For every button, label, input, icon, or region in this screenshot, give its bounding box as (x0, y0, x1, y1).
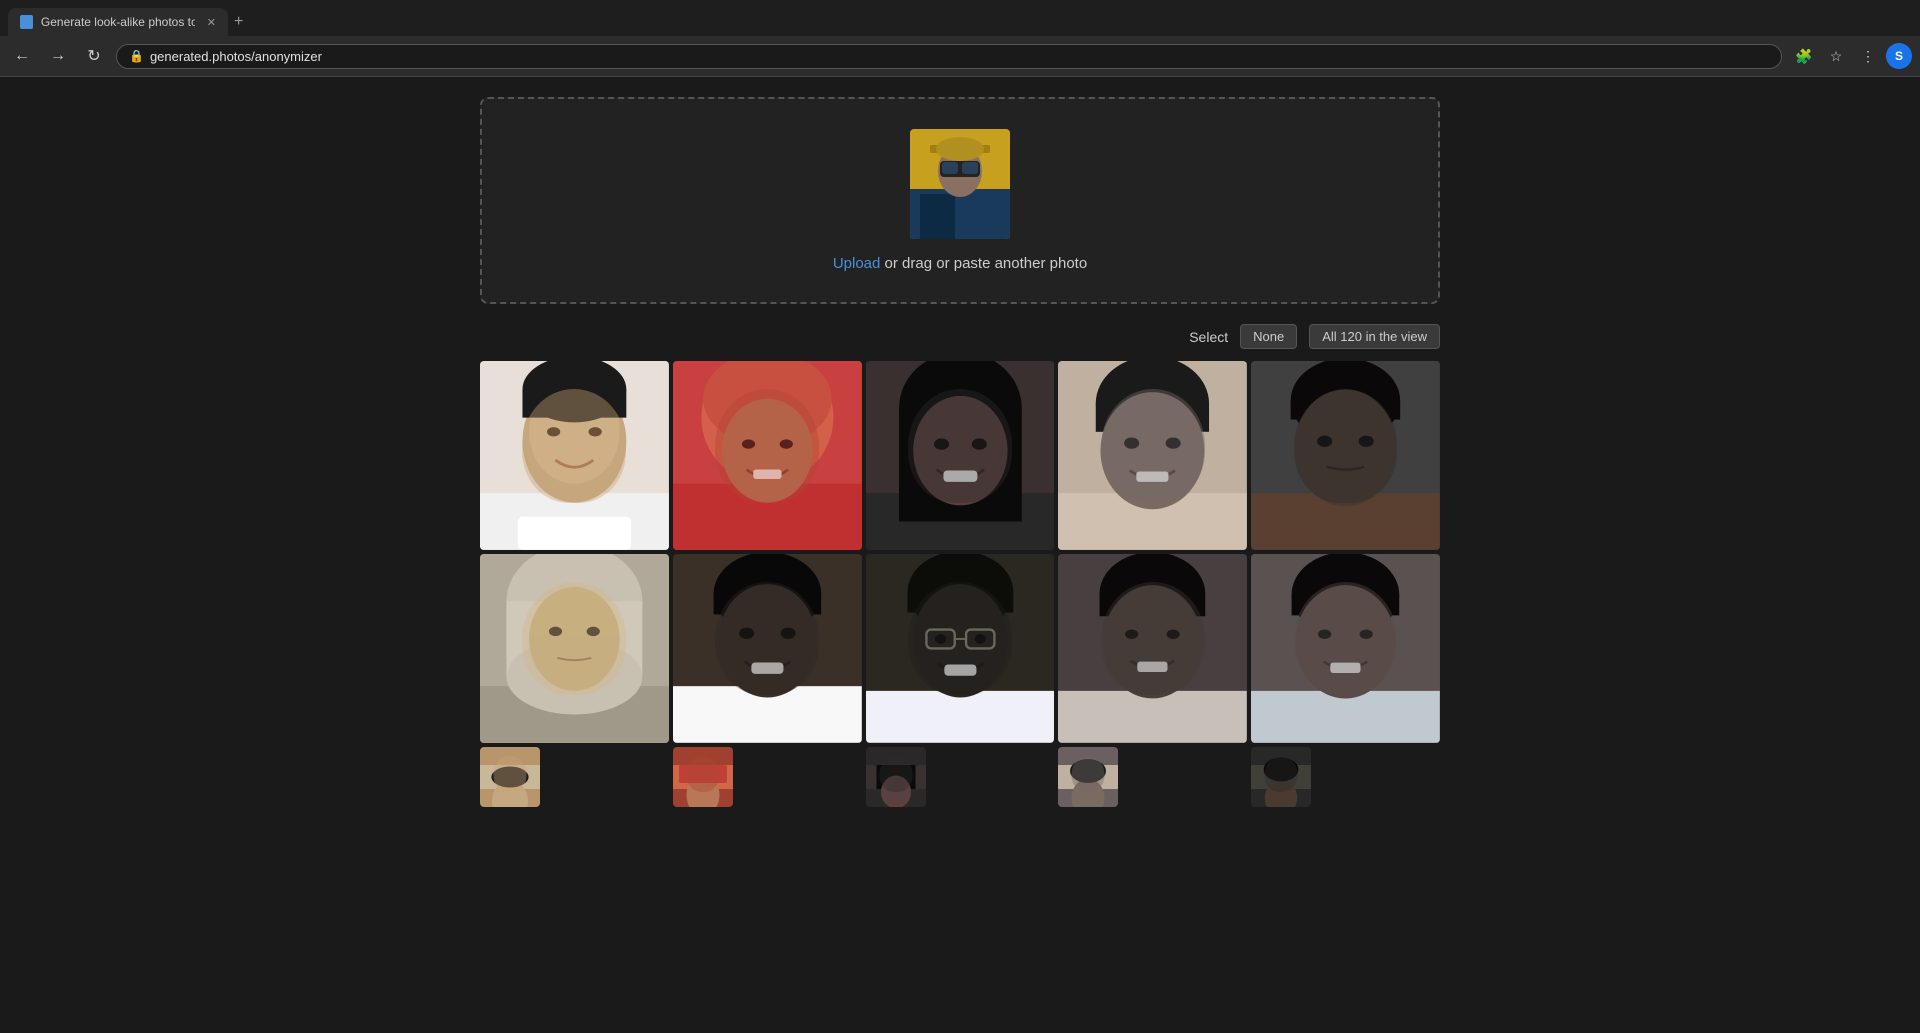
user-avatar[interactable]: S (1886, 43, 1912, 69)
upload-link[interactable]: Upload (833, 255, 881, 272)
photo-item[interactable] (866, 747, 926, 807)
photo-item[interactable] (673, 747, 733, 807)
photo-item[interactable] (1058, 554, 1247, 743)
address-bar-row: ← → ↻ 🔒 generated.photos/anonymizer 🧩 ☆ … (0, 36, 1920, 76)
photo-item[interactable] (1251, 361, 1440, 550)
controls-row: Select None All 120 in the view (460, 324, 1460, 361)
photo-item[interactable] (866, 554, 1055, 743)
face-svg (673, 747, 733, 807)
photo-item[interactable] (673, 554, 862, 743)
photo-grid (460, 361, 1460, 807)
face-svg (1058, 361, 1247, 550)
browser-chrome: Generate look-alike photos to p ✕ + ← → … (0, 0, 1920, 77)
browser-actions: 🧩 ☆ ⋮ S (1790, 42, 1912, 70)
face-svg (673, 361, 862, 550)
photo-item[interactable] (480, 361, 669, 550)
upload-instruction-rest: or drag or paste another photo (880, 255, 1087, 272)
bookmark-button[interactable]: ☆ (1822, 42, 1850, 70)
tab-close-button[interactable]: ✕ (207, 16, 216, 29)
face-svg (1251, 747, 1311, 807)
back-button[interactable]: ← (8, 42, 36, 70)
reload-button[interactable]: ↻ (80, 42, 108, 70)
face-svg (866, 361, 1055, 550)
face-svg (480, 554, 669, 743)
photo-item[interactable] (866, 361, 1055, 550)
lock-icon: 🔒 (129, 49, 144, 63)
upload-drop-zone[interactable]: Upload or drag or paste another photo (480, 97, 1440, 304)
face-svg (1251, 361, 1440, 550)
extensions-button[interactable]: 🧩 (1790, 42, 1818, 70)
url-text: generated.photos/anonymizer (150, 49, 322, 64)
upload-instruction: Upload or drag or paste another photo (502, 255, 1418, 272)
tab-bar: Generate look-alike photos to p ✕ + (0, 0, 1920, 36)
photo-item[interactable] (1251, 554, 1440, 743)
none-button[interactable]: None (1240, 324, 1297, 349)
face-svg (1058, 747, 1118, 807)
face-svg (480, 361, 669, 550)
page-content: Upload or drag or paste another photo Se… (460, 77, 1460, 827)
photo-item[interactable] (1058, 361, 1247, 550)
tab-favicon (20, 15, 33, 29)
face-svg (480, 747, 540, 807)
photo-item[interactable] (480, 554, 669, 743)
uploaded-photo-svg (910, 129, 1010, 239)
photo-item[interactable] (1251, 747, 1311, 807)
face-svg (1251, 554, 1440, 743)
face-svg (673, 554, 862, 743)
uploaded-photo-preview (910, 129, 1010, 239)
new-tab-button[interactable]: + (228, 13, 249, 31)
forward-button[interactable]: → (44, 42, 72, 70)
select-label: Select (1189, 329, 1228, 345)
photo-item[interactable] (1058, 747, 1118, 807)
profile-button[interactable]: ⋮ (1854, 42, 1882, 70)
active-tab[interactable]: Generate look-alike photos to p ✕ (8, 8, 228, 36)
all-in-view-button[interactable]: All 120 in the view (1309, 324, 1440, 349)
face-svg (1058, 554, 1247, 743)
tab-title: Generate look-alike photos to p (41, 15, 195, 29)
photo-item[interactable] (480, 747, 540, 807)
face-svg (866, 747, 926, 807)
photo-item[interactable] (673, 361, 862, 550)
face-svg (866, 554, 1055, 743)
address-bar[interactable]: 🔒 generated.photos/anonymizer (116, 44, 1782, 69)
